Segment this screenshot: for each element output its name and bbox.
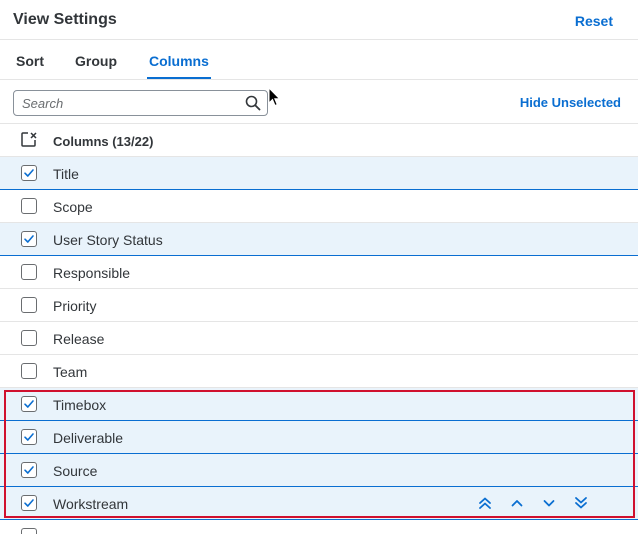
- column-name: Priority: [53, 298, 97, 314]
- double-chevron-down-icon[interactable]: [573, 495, 589, 511]
- checkmark-icon: [24, 169, 34, 177]
- tab-sort[interactable]: Sort: [16, 53, 44, 69]
- row-checkbox[interactable]: [21, 495, 37, 511]
- column-name: Source: [53, 463, 98, 479]
- chevron-up-icon[interactable]: [509, 495, 525, 511]
- dialog-header: View Settings Reset: [0, 0, 638, 40]
- column-name: Workstream: [53, 496, 129, 512]
- row-checkbox[interactable]: [21, 297, 37, 313]
- list-item[interactable]: Team: [0, 355, 638, 388]
- column-name: Team: [53, 364, 88, 380]
- row-checkbox[interactable]: [21, 231, 37, 247]
- column-name: Timebox: [53, 397, 107, 413]
- chevron-down-icon[interactable]: [541, 495, 557, 511]
- list-item[interactable]: Deliverable: [0, 421, 638, 454]
- tab-group[interactable]: Group: [75, 53, 117, 69]
- row-checkbox[interactable]: [21, 165, 37, 181]
- search-icon[interactable]: [245, 95, 261, 111]
- checkmark-icon: [24, 400, 34, 408]
- row-checkbox[interactable]: [21, 528, 37, 534]
- list-item[interactable]: Timebox: [0, 388, 638, 421]
- checkmark-icon: [24, 499, 34, 507]
- column-name: Release: [53, 331, 105, 347]
- list-item[interactable]: Title: [0, 157, 638, 190]
- column-name: Title: [53, 166, 79, 182]
- checkmark-icon: [24, 466, 34, 474]
- columns-list: Title Scope User Story Status Responsibl…: [0, 157, 638, 520]
- mouse-pointer-icon: [268, 87, 281, 107]
- list-item[interactable]: Responsible: [0, 256, 638, 289]
- search-field[interactable]: [13, 90, 268, 116]
- columns-toolbar: Hide Unselected: [0, 80, 638, 124]
- view-settings-dialog: View Settings Reset Sort Group Columns H…: [0, 0, 638, 534]
- column-name: Deliverable: [53, 430, 124, 446]
- column-name: Responsible: [53, 265, 131, 281]
- reset-button[interactable]: Reset: [575, 13, 613, 29]
- dialog-title: View Settings: [13, 11, 117, 28]
- select-all-icon[interactable]: [20, 131, 38, 149]
- active-tab-indicator: [147, 77, 211, 79]
- row-checkbox[interactable]: [21, 264, 37, 280]
- hide-unselected-button[interactable]: Hide Unselected: [520, 95, 621, 110]
- list-item[interactable]: User Story Status: [0, 223, 638, 256]
- tab-bar: Sort Group Columns: [0, 40, 638, 80]
- column-name: User Story Status: [53, 232, 163, 248]
- checkmark-icon: [24, 235, 34, 243]
- column-name: Scope: [53, 199, 93, 215]
- list-item[interactable]: Priority: [0, 289, 638, 322]
- list-item[interactable]: Release: [0, 322, 638, 355]
- double-chevron-up-icon[interactable]: [477, 495, 493, 511]
- list-item[interactable]: Source: [0, 454, 638, 487]
- row-checkbox[interactable]: [21, 330, 37, 346]
- row-checkbox[interactable]: [21, 429, 37, 445]
- list-item[interactable]: Workstream: [0, 487, 638, 520]
- search-input[interactable]: [22, 94, 232, 112]
- tab-columns[interactable]: Columns: [149, 53, 209, 69]
- row-checkbox[interactable]: [21, 462, 37, 478]
- list-item[interactable]: Scope: [0, 190, 638, 223]
- columns-list-header: Columns (13/22): [0, 125, 638, 157]
- row-checkbox[interactable]: [21, 363, 37, 379]
- checkmark-icon: [24, 433, 34, 441]
- columns-count-label: Columns (13/22): [53, 134, 154, 149]
- row-checkbox[interactable]: [21, 396, 37, 412]
- row-checkbox[interactable]: [21, 198, 37, 214]
